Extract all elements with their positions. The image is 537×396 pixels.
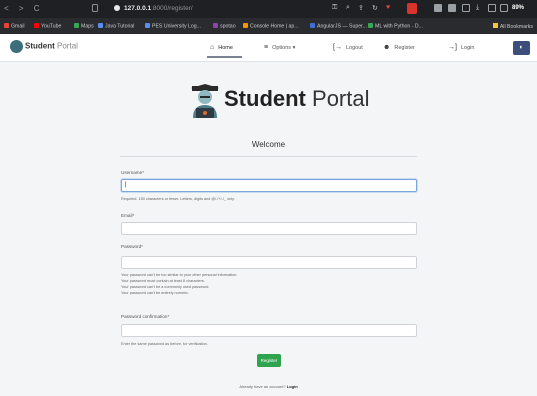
page-title: Welcome: [251, 140, 286, 149]
user-plus-icon: ☻: [383, 44, 391, 51]
profile-extension-icon[interactable]: [407, 3, 417, 14]
hero-logo: Student Portal: [190, 80, 370, 140]
window-icon-2[interactable]: [500, 4, 508, 12]
bookmark-console-home[interactable]: Console Home | ap...: [243, 23, 299, 30]
bookmark-icon: [213, 23, 218, 28]
bookmark-maps[interactable]: Maps: [74, 23, 94, 30]
bookmark-pes-university[interactable]: PES University Log...: [145, 23, 201, 30]
chevron-down-icon: ▾: [292, 45, 296, 51]
student-mascot-icon: [191, 84, 219, 118]
bookmark-angularjs[interactable]: AngularJS — Super...: [310, 23, 367, 30]
menu-icon: ≡: [264, 44, 269, 51]
register-button[interactable]: Register: [257, 354, 281, 367]
email-input[interactable]: [121, 222, 417, 235]
divider: [120, 156, 417, 157]
maps-icon: [74, 23, 79, 28]
download-icon[interactable]: ⤓: [476, 4, 479, 12]
app-navbar: Student Portal ⌂ Home ≡ Options ▾ [→ Logout…: [0, 34, 537, 62]
password-help-4: Your password can't be entirely numeric.: [121, 291, 190, 295]
browser-nav-buttons[interactable]: < > C: [4, 4, 44, 13]
bookmark-icon: [368, 23, 373, 28]
password-confirm-input[interactable]: [121, 324, 417, 337]
password-confirm-help: Enter the same password as before, for v…: [121, 342, 208, 346]
folder-icon: [492, 23, 498, 28]
nav-login[interactable]: →] Login: [448, 44, 474, 51]
brand-logo[interactable]: Student Portal: [10, 40, 78, 53]
reload-extension-icon[interactable]: ↻: [372, 4, 378, 12]
mascot-icon: [10, 40, 23, 53]
login-icon: →]: [448, 44, 457, 51]
password-confirm-label: Password confirmation*: [121, 314, 170, 319]
theme-icon: ◐: [519, 44, 524, 51]
nav-register[interactable]: ☻ Register: [383, 44, 415, 51]
login-prompt: Already have an account? Login: [239, 384, 298, 389]
youtube-icon: [34, 23, 39, 28]
bookmark-icon: [310, 23, 315, 28]
bookmark-icon: [145, 23, 150, 28]
aws-icon: [243, 23, 248, 28]
theme-toggle-button[interactable]: ◐: [513, 41, 530, 55]
home-icon: ⌂: [210, 44, 215, 51]
logout-icon: [→: [333, 44, 342, 51]
zoom-level: 89%: [512, 5, 525, 11]
username-label: Username*: [121, 170, 144, 175]
username-help-text: Required. 150 characters or fewer. Lette…: [121, 197, 235, 201]
tab-search-icon[interactable]: [92, 4, 98, 12]
bookmark-ml-python[interactable]: ML with Python - D...: [368, 23, 423, 30]
all-bookmarks[interactable]: All Bookmarks: [492, 23, 533, 30]
key-icon[interactable]: ⚿: [332, 4, 337, 12]
zoom-icon[interactable]: ⌕: [346, 4, 350, 12]
main-content: Student Portal Welcome Username* | Requi…: [0, 62, 537, 396]
sidepanel-icon[interactable]: [462, 4, 470, 12]
bookmark-youtube[interactable]: YouTube: [34, 23, 61, 30]
password-input[interactable]: [121, 256, 417, 269]
heart-icon[interactable]: ♥: [386, 4, 390, 11]
username-input[interactable]: |: [121, 179, 417, 192]
active-indicator: [207, 56, 242, 58]
extension-icon-2[interactable]: [448, 4, 456, 12]
window-icon[interactable]: [488, 4, 496, 12]
gmail-icon: [4, 23, 9, 28]
nav-logout[interactable]: [→ Logout: [333, 44, 363, 51]
login-link[interactable]: Login: [287, 384, 298, 389]
portal-title: Student Portal: [224, 86, 370, 111]
bookmark-spotao[interactable]: spotao: [213, 23, 236, 30]
share-icon[interactable]: ⇪: [358, 4, 364, 12]
bookmark-icon: [98, 23, 103, 28]
bookmarks-bar: Gmail YouTube Maps Java Tutorial PES Uni…: [0, 18, 537, 34]
password-label: Password*: [121, 244, 143, 249]
extension-icon[interactable]: [434, 4, 442, 12]
browser-toolbar: < > C 127.0.0.1:8000/register/ ⚿ ⌕ ⇪ ↻ ♥…: [0, 0, 537, 18]
nav-options[interactable]: ≡ Options ▾: [264, 44, 295, 51]
bookmark-gmail[interactable]: Gmail: [4, 23, 25, 30]
site-info-icon[interactable]: [114, 5, 120, 11]
nav-home[interactable]: ⌂ Home: [210, 44, 233, 51]
email-label: Email*: [121, 213, 135, 218]
address-bar[interactable]: 127.0.0.1:8000/register/: [124, 5, 193, 12]
bookmark-java-tutorial[interactable]: Java Tutorial: [98, 23, 134, 30]
